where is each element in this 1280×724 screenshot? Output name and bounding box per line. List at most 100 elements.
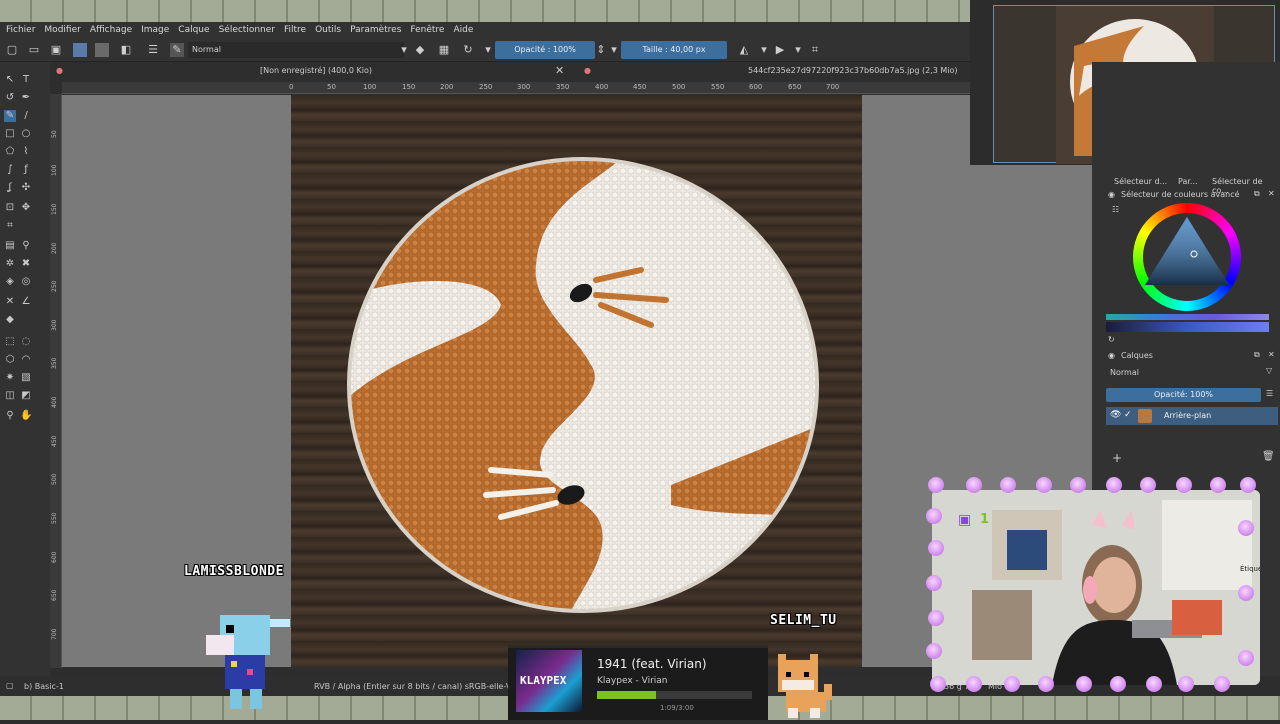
visibility-eye-icon[interactable]: 👁 — [1110, 410, 1121, 420]
frame-segment — [1184, 696, 1216, 720]
layer-menu-icon[interactable]: ☰ — [1266, 389, 1273, 398]
blend-mode-select[interactable]: Normal — [188, 42, 404, 58]
save-icon[interactable]: ▣ — [49, 43, 63, 57]
dynamic-brush-icon[interactable]: ʆ — [4, 182, 16, 194]
menu-calque[interactable]: Calque — [178, 25, 209, 35]
float-icon[interactable]: ⧉ — [1254, 350, 1260, 360]
menu-fichier[interactable]: Fichier — [6, 25, 35, 35]
enclose-fill-icon[interactable]: ◎ — [20, 276, 32, 288]
rect-select-icon[interactable]: ⬚ — [4, 336, 16, 348]
tab-selection[interactable]: Sélecteur d... — [1114, 177, 1167, 186]
lock-check-icon[interactable]: ✓ — [1124, 410, 1132, 420]
menu-affichage[interactable]: Affichage — [90, 25, 132, 35]
ellipse-select-icon[interactable]: ◌ — [20, 336, 32, 348]
brush-preset-icon[interactable]: ✎ — [170, 43, 184, 57]
add-layer-icon[interactable]: + — [1112, 451, 1122, 465]
tab-unsaved[interactable]: [Non enregistré] (400,0 Kio) — [260, 66, 372, 75]
rectangle-tool-icon[interactable]: □ — [4, 128, 16, 140]
brush-tool-icon[interactable]: ✎ — [4, 110, 16, 122]
similar-select-icon[interactable]: ▧ — [20, 372, 32, 384]
brush-settings-icon[interactable]: ☰ — [146, 43, 160, 57]
frame-segment — [640, 0, 672, 22]
fill-tool-icon[interactable]: ◈ — [4, 276, 16, 288]
color-swatch-icon[interactable]: ◧ — [119, 43, 133, 57]
ellipse-tool-icon[interactable]: ○ — [20, 128, 32, 140]
polygon-tool-icon[interactable]: ⬠ — [4, 146, 16, 158]
color-triangle[interactable] — [1143, 213, 1231, 301]
freehand-path-icon[interactable]: ƒ — [20, 164, 32, 176]
spin-icon[interactable]: ⇕ — [594, 43, 608, 57]
new-document-icon[interactable]: ▢ — [5, 43, 19, 57]
delete-layer-icon[interactable]: 🗑 — [1262, 451, 1275, 462]
color-picker-icon[interactable]: ⚲ — [20, 240, 32, 252]
transform-tool-icon[interactable]: ⊡ — [4, 202, 16, 214]
contiguous-select-icon[interactable]: ✷ — [4, 372, 16, 384]
zoom-tool-icon[interactable]: ⚲ — [4, 410, 16, 422]
menu-fenetre[interactable]: Fenêtre — [410, 25, 444, 35]
text-tool-icon[interactable]: T — [20, 74, 32, 86]
menu-aide[interactable]: Aide — [453, 25, 473, 35]
mirror-horizontal-icon[interactable]: ◭ — [737, 43, 751, 57]
mirror-vertical-icon[interactable]: ▶ — [773, 43, 787, 57]
paw-icon — [928, 610, 944, 626]
crop-tool-icon[interactable]: ⌗ — [4, 220, 16, 232]
pattern-swatch-icon[interactable] — [73, 43, 87, 57]
multibrush-icon[interactable]: ✣ — [20, 182, 32, 194]
select-shapes-icon[interactable]: ↖ — [4, 74, 16, 86]
colorize-mask-icon[interactable]: ✲ — [4, 258, 16, 270]
move-tool-icon[interactable]: ✥ — [20, 202, 32, 214]
cat-rug-illustration — [347, 157, 819, 613]
status-brush-preset[interactable]: b) Basic-1 — [24, 682, 64, 691]
alpha-lock-icon[interactable]: ▦ — [437, 43, 451, 57]
filter-icon[interactable]: ▽ — [1266, 366, 1272, 375]
reference-tool-icon[interactable]: ◆ — [4, 314, 16, 326]
smart-patch-icon[interactable]: ✖ — [20, 258, 32, 270]
menu-parametres[interactable]: Paramètres — [350, 25, 401, 35]
pan-tool-icon[interactable]: ✋ — [20, 410, 32, 422]
tab-image[interactable]: 544cf235e27d97220f923c37b60db7a5.jpg (2,… — [748, 66, 958, 75]
menu-filtre[interactable]: Filtre — [284, 25, 306, 35]
tab-parameters[interactable]: Par... — [1178, 177, 1198, 186]
close-tab-icon[interactable]: ✕ — [555, 64, 564, 77]
color-history-bar[interactable] — [1106, 314, 1269, 320]
close-docker-icon[interactable]: ✕ — [1268, 189, 1275, 198]
settings-icon[interactable]: ☷ — [1112, 205, 1119, 214]
menu-selectionner[interactable]: Sélectionner — [219, 25, 275, 35]
refresh-icon[interactable]: ↻ — [1108, 335, 1115, 344]
layer-blend-select[interactable]: Normal — [1110, 368, 1139, 377]
edit-shapes-icon[interactable]: ↺ — [4, 92, 16, 104]
polyline-tool-icon[interactable]: ⌇ — [20, 146, 32, 158]
bezier-tool-icon[interactable]: ∫ — [4, 164, 16, 176]
line-tool-icon[interactable]: / — [20, 110, 32, 122]
gradient-tool-icon[interactable]: ▤ — [4, 240, 16, 252]
eraser-icon[interactable]: ◆ — [413, 43, 427, 57]
bezier-select-icon[interactable]: ◫ — [4, 390, 16, 402]
layer-opacity-slider[interactable]: Opacité: 100% — [1106, 388, 1261, 402]
open-folder-icon[interactable]: ▭ — [27, 43, 41, 57]
paw-icon — [1036, 477, 1052, 493]
measure-tool-icon[interactable]: ∠ — [20, 296, 32, 308]
layer-name[interactable]: Arrière-plan — [1164, 411, 1211, 420]
menu-modifier[interactable]: Modifier — [44, 25, 80, 35]
float-icon[interactable]: ⧉ — [1254, 189, 1260, 199]
crop-icon[interactable]: ⌗ — [808, 43, 822, 57]
gradient-swatch-icon[interactable] — [95, 43, 109, 57]
size-slider[interactable]: Taille : 40,00 px — [621, 41, 727, 59]
frame-segment — [896, 0, 928, 22]
opacity-slider[interactable]: Opacité : 100% — [495, 41, 595, 59]
canvas-image[interactable] — [291, 95, 862, 667]
polygon-select-icon[interactable]: ⬡ — [4, 354, 16, 366]
menu-image[interactable]: Image — [141, 25, 169, 35]
magnetic-select-icon[interactable]: ◩ — [20, 390, 32, 402]
layer-row[interactable]: 👁 ✓ Arrière-plan — [1106, 407, 1278, 425]
paw-icon — [928, 540, 944, 556]
menu-outils[interactable]: Outils — [315, 25, 341, 35]
reload-icon[interactable]: ↻ — [461, 43, 475, 57]
close-docker-icon[interactable]: ✕ — [1268, 350, 1275, 359]
pixel-cow-avatar — [200, 605, 292, 717]
value-slider[interactable] — [1106, 322, 1269, 332]
album-art: KLAYPEX — [516, 650, 582, 712]
assistant-tool-icon[interactable]: ✕ — [4, 296, 16, 308]
calligraphy-icon[interactable]: ✒ — [20, 92, 32, 104]
freehand-select-icon[interactable]: ◠ — [20, 354, 32, 366]
